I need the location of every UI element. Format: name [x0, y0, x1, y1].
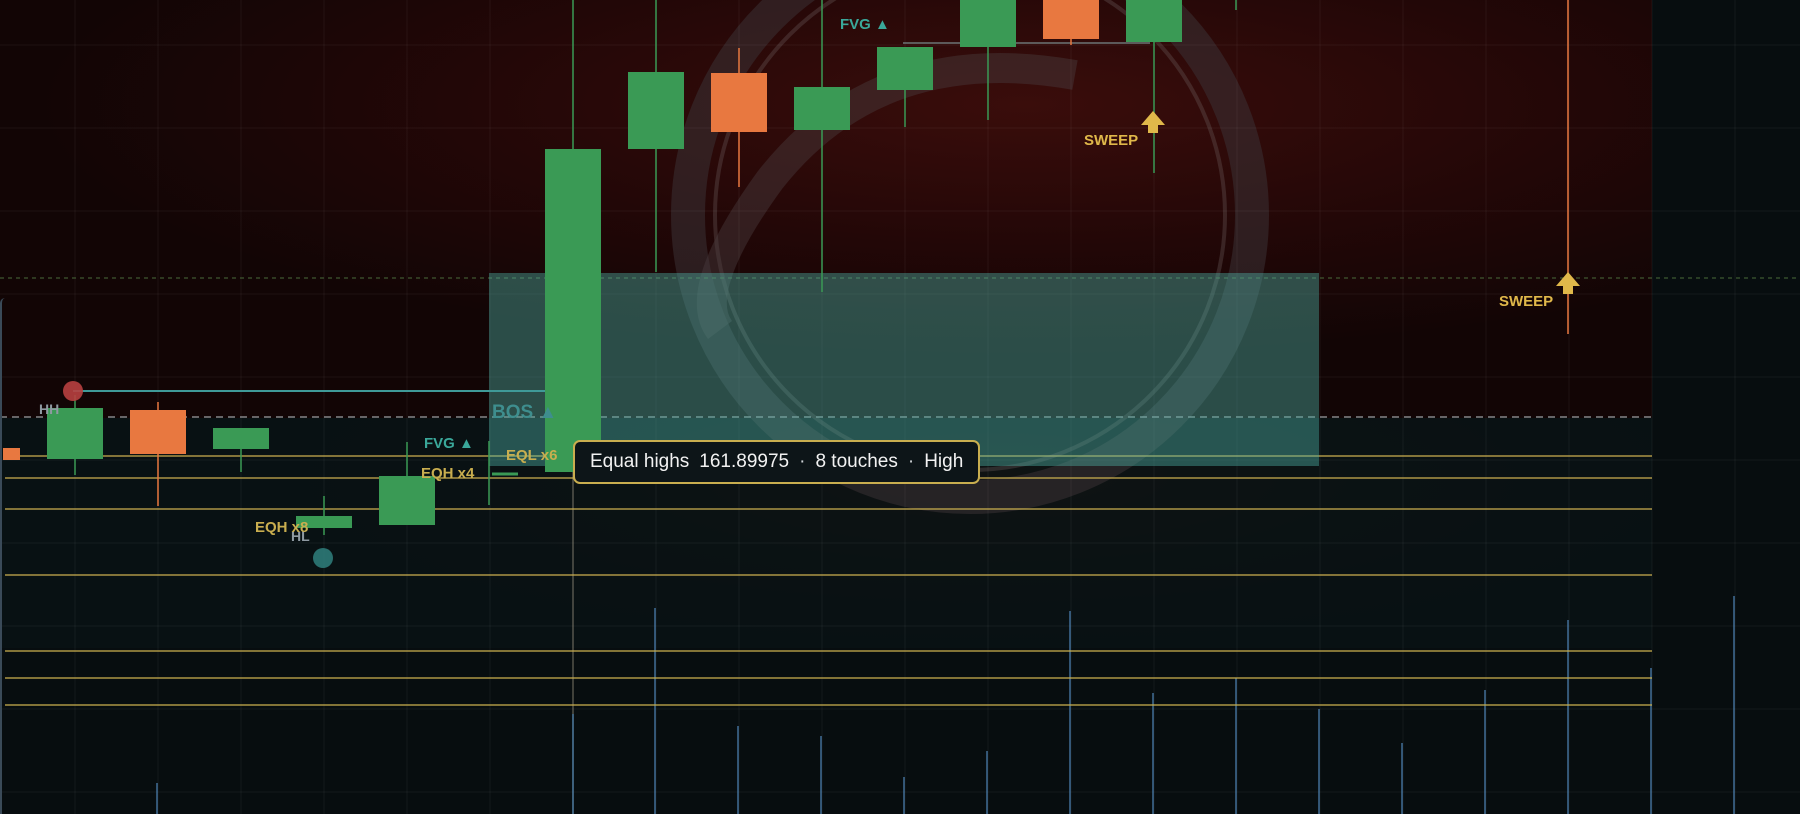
- eqh-x8-label: EQH x8: [255, 519, 309, 536]
- candle-body: [711, 73, 767, 132]
- hh-label: HH: [39, 401, 60, 417]
- tooltip-title: Equal highs: [590, 451, 690, 472]
- candle-body: [794, 87, 850, 130]
- sweep-label-1: SWEEP: [1084, 132, 1139, 149]
- left-panel-edge: [0, 298, 5, 814]
- tooltip-strength: High: [924, 451, 964, 472]
- candle-body: [628, 72, 684, 149]
- fvg-zone: [489, 273, 1319, 466]
- fvg-label-top: FVG ▲: [840, 16, 890, 33]
- tooltip-separator: ·: [907, 451, 915, 472]
- candle-body: [3, 448, 20, 460]
- tooltip-touches: 8 touches: [815, 451, 898, 472]
- candle-body: [213, 428, 269, 449]
- candle-body: [1043, 0, 1099, 39]
- candle-body: [130, 410, 186, 454]
- eql-label: EQL x6: [506, 447, 558, 464]
- candle-body: [379, 476, 435, 525]
- candle-body: [545, 149, 601, 472]
- fvg-label-mid: FVG ▲: [424, 435, 474, 452]
- bos-label: BOS ▲: [492, 402, 558, 423]
- hl-swing-dot: [313, 548, 333, 568]
- tooltip-separator: ·: [799, 451, 806, 472]
- tooltip-price: 161.89975: [699, 451, 790, 472]
- candle-body: [1126, 0, 1182, 42]
- eqh-x4-label: EQH x4: [421, 465, 475, 482]
- hh-swing-dot: [63, 381, 83, 401]
- sweep-label-2: SWEEP: [1499, 293, 1554, 310]
- candle-body: [877, 47, 933, 90]
- chart-app: FVG ▲ FVG ▲ SWEEP SWEEP HH HL BOS ▲ EQL …: [0, 0, 1800, 814]
- candle-body: [960, 0, 1016, 47]
- equal-highs-tooltip: Equal highs 161.89975 · 8 touches · High: [573, 440, 981, 484]
- price-chart[interactable]: [0, 0, 1800, 814]
